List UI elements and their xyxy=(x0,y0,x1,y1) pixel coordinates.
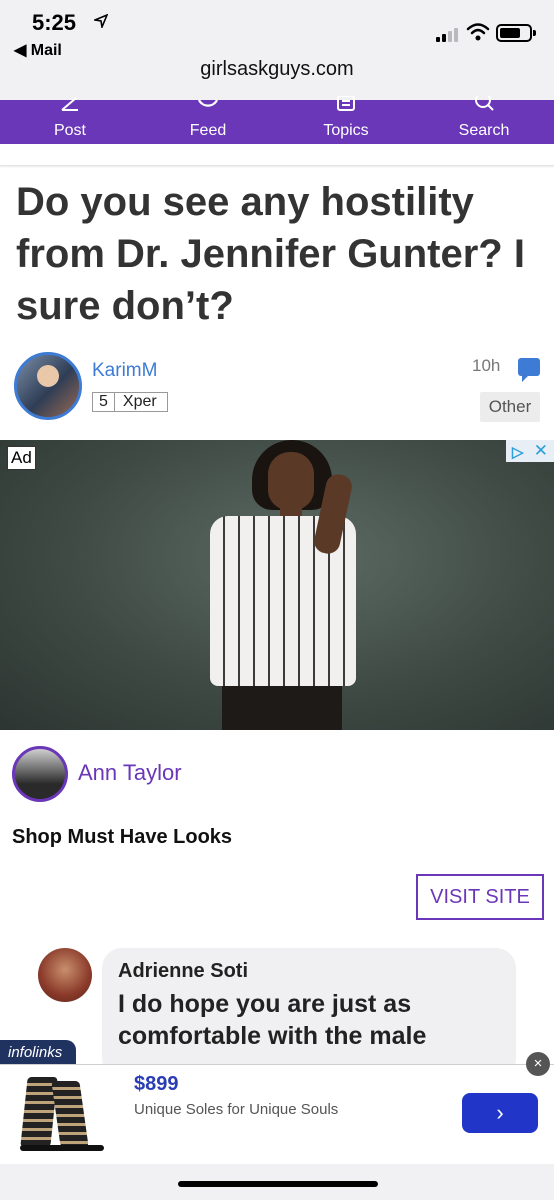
brand-avatar[interactable] xyxy=(12,746,68,802)
nav-topics-label: Topics xyxy=(323,122,369,139)
embed-avatar xyxy=(38,948,92,1002)
adchoices-icon[interactable]: ▷ ✕ xyxy=(506,440,554,462)
nav-feed[interactable]: Feed xyxy=(148,99,268,144)
battery-icon xyxy=(496,24,536,42)
address-bar[interactable]: girlsaskguys.com xyxy=(0,58,554,81)
back-to-mail[interactable]: ◀ Mail xyxy=(14,40,62,60)
level-number: 5 xyxy=(93,393,115,411)
close-icon[interactable]: ✕ xyxy=(534,441,548,461)
ad-banner-image[interactable]: Ad ▷ ✕ xyxy=(0,440,554,730)
ad-headline: Shop Must Have Looks xyxy=(12,826,233,848)
post-age: 10h xyxy=(472,356,501,375)
feed-icon xyxy=(196,96,220,112)
subnav-strip xyxy=(0,144,554,166)
avatar[interactable] xyxy=(14,352,82,420)
status-bar: 5:25 ◀ Mail girlsaskguys.com xyxy=(0,0,554,100)
adchoices-triangle-icon: ▷ xyxy=(512,444,524,461)
pencil-icon xyxy=(58,96,82,112)
infolinks-tab[interactable]: infolinks xyxy=(0,1040,77,1066)
nav-search-label: Search xyxy=(458,122,510,139)
close-ad-button[interactable]: × xyxy=(526,1052,550,1076)
nav-feed-label: Feed xyxy=(189,122,227,139)
author-name[interactable]: KarimM xyxy=(92,360,157,382)
chevron-right-icon: › xyxy=(496,1100,504,1125)
wifi-icon xyxy=(466,22,490,42)
search-icon xyxy=(472,92,496,112)
embed-author-name: Adrienne Soti xyxy=(118,960,249,982)
product-price: $899 xyxy=(134,1073,179,1095)
ad-model-image xyxy=(200,440,380,730)
sticky-ad[interactable]: $899 Unique Soles for Unique Souls › xyxy=(0,1064,554,1164)
comment-icon[interactable] xyxy=(518,358,540,382)
ad-cta-button[interactable]: › xyxy=(462,1093,538,1133)
ad-label: Ad xyxy=(7,446,36,470)
signal-icon xyxy=(436,26,462,42)
ad-brand-name[interactable]: Ann Taylor xyxy=(78,760,182,786)
question-title: Do you see any hostility from Dr. Jennif… xyxy=(16,180,525,328)
page: 5:25 ◀ Mail girlsaskguys.com Post Feed T… xyxy=(0,0,554,1200)
product-tagline: Unique Soles for Unique Souls xyxy=(134,1101,339,1118)
topics-icon xyxy=(334,95,358,112)
home-indicator[interactable] xyxy=(178,1181,378,1187)
nav-post[interactable]: Post xyxy=(10,97,130,144)
embed-comment-text: I do hope you are just as comfortable wi… xyxy=(118,990,427,1050)
user-level-badge: 5 Xper xyxy=(92,392,168,412)
location-arrow-icon xyxy=(92,13,109,33)
nav-search[interactable]: Search xyxy=(424,92,544,144)
nav-post-label: Post xyxy=(53,122,86,139)
level-rank: Xper xyxy=(122,393,157,410)
visit-site-button[interactable]: VISIT SITE xyxy=(416,874,544,920)
nav-topics[interactable]: Topics xyxy=(286,95,406,144)
clock: 5:25 xyxy=(32,10,77,35)
site-nav: Post Feed Topics Search xyxy=(0,92,554,144)
category-badge[interactable]: Other xyxy=(480,392,540,422)
product-image xyxy=(16,1077,106,1153)
